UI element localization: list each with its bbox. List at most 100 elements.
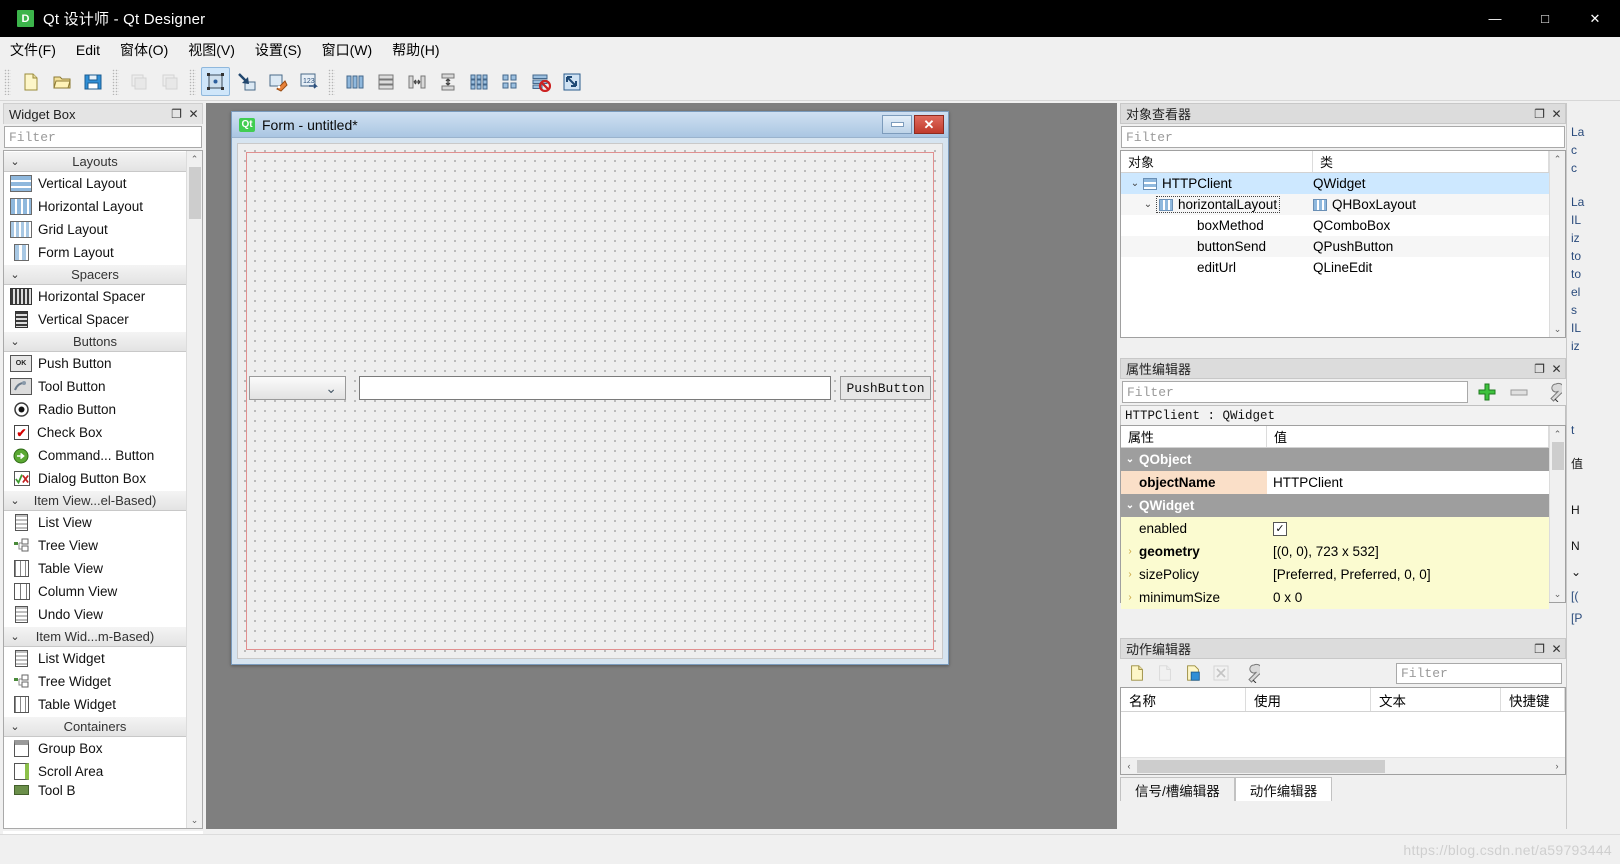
undo-button[interactable] <box>124 67 153 96</box>
table-row[interactable]: › geometry [(0, 0), 723 x 532] <box>1121 540 1549 563</box>
property-value[interactable]: HTTPClient <box>1273 475 1343 490</box>
edit-buddies-button[interactable] <box>263 67 292 96</box>
form-minimize-button[interactable] <box>882 115 912 134</box>
widget-item-table-view[interactable]: Table View <box>4 557 186 580</box>
widget-item-command-link-button[interactable]: Command... Button <box>4 444 186 467</box>
menu-window[interactable]: 窗口(W) <box>312 37 383 63</box>
menu-form[interactable]: 窗体(O) <box>110 37 178 63</box>
property-editor-filter-input[interactable]: Filter <box>1122 381 1468 403</box>
widget-item-vertical-layout[interactable]: Vertical Layout <box>4 172 186 195</box>
open-form-button[interactable] <box>47 67 76 96</box>
widget-item-check-box[interactable]: ✔ Check Box <box>4 421 186 444</box>
widget-item-tool-button[interactable]: Tool Button <box>4 375 186 398</box>
layout-form-button[interactable] <box>495 67 524 96</box>
action-editor-close-button[interactable]: ✕ <box>1548 640 1565 657</box>
table-row[interactable]: enabled ✓ <box>1121 517 1549 540</box>
widget-item-form-layout[interactable]: Form Layout <box>4 241 186 264</box>
tab-action-editor[interactable]: 动作编辑器 <box>1234 777 1333 801</box>
chevron-down-icon[interactable]: ⌄ <box>1121 454 1139 465</box>
widget-item-dialog-button-box[interactable]: Dialog Button Box <box>4 467 186 490</box>
configure-action-button[interactable] <box>1236 661 1262 685</box>
redo-button[interactable] <box>155 67 184 96</box>
enabled-checkbox[interactable]: ✓ <box>1273 521 1287 536</box>
scroll-up-icon[interactable]: ⌃ <box>1550 151 1566 167</box>
new-form-button[interactable] <box>16 67 45 96</box>
widget-item-horizontal-spacer[interactable]: Horizontal Spacer <box>4 285 186 308</box>
table-row[interactable]: ⌄ horizontalLayout QHBoxLayout <box>1121 194 1549 215</box>
column-header-property[interactable]: 属性 <box>1121 426 1267 447</box>
paste-action-button[interactable] <box>1180 661 1206 685</box>
scroll-right-icon[interactable]: › <box>1549 761 1565 771</box>
layout-splitter-vertical-button[interactable] <box>433 67 462 96</box>
window-minimize-button[interactable]: — <box>1470 0 1520 37</box>
scroll-up-icon[interactable]: ⌃ <box>1550 426 1566 442</box>
table-row[interactable]: boxMethod QComboBox <box>1121 215 1549 236</box>
property-editor-scrollbar[interactable]: ⌃ ⌄ <box>1549 426 1565 602</box>
table-row[interactable]: editUrl QLineEdit <box>1121 257 1549 278</box>
chevron-right-icon[interactable]: › <box>1121 592 1139 603</box>
scroll-left-icon[interactable]: ‹ <box>1121 761 1137 771</box>
form-canvas[interactable]: ⌄ PushButton <box>237 143 943 659</box>
widget-item-scroll-area[interactable]: Scroll Area <box>4 760 186 783</box>
column-header-value[interactable]: 值 <box>1267 426 1549 447</box>
column-header-class[interactable]: 类 <box>1313 151 1549 172</box>
edit-signals-slots-button[interactable] <box>232 67 261 96</box>
pushbutton-buttonSend[interactable]: PushButton <box>840 376 931 400</box>
menu-settings[interactable]: 设置(S) <box>245 37 312 63</box>
scrollbar-thumb[interactable] <box>1551 442 1564 470</box>
widget-category-item-widgets[interactable]: ⌄ Item Wid...m-Based) <box>4 626 186 647</box>
widget-item-undo-view[interactable]: Undo View <box>4 603 186 626</box>
scroll-up-icon[interactable]: ⌃ <box>187 151 203 167</box>
widget-box-float-button[interactable]: ❐ <box>168 106 185 123</box>
toolbar-grip[interactable] <box>4 68 11 95</box>
widget-item-vertical-spacer[interactable]: Vertical Spacer <box>4 308 186 331</box>
window-maximize-button[interactable]: □ <box>1520 0 1570 37</box>
property-value[interactable]: 0 x 0 <box>1273 590 1302 605</box>
widget-item-table-widget[interactable]: Table Widget <box>4 693 186 716</box>
toolbar-grip[interactable] <box>328 68 335 95</box>
menu-file[interactable]: 文件(F) <box>0 37 66 63</box>
widget-item-horizontal-layout[interactable]: Horizontal Layout <box>4 195 186 218</box>
widget-box-close-button[interactable]: ✕ <box>185 106 202 123</box>
layout-vertically-button[interactable] <box>371 67 400 96</box>
scroll-down-icon[interactable]: ⌄ <box>1550 321 1566 337</box>
toolbar-grip[interactable] <box>189 68 196 95</box>
object-inspector-scrollbar[interactable]: ⌃ ⌄ <box>1549 151 1565 337</box>
layout-grid-button[interactable] <box>464 67 493 96</box>
widget-item-tree-widget[interactable]: Tree Widget <box>4 670 186 693</box>
save-form-button[interactable] <box>78 67 107 96</box>
layout-horizontally-button[interactable] <box>340 67 369 96</box>
property-group-qwidget[interactable]: ⌄ QWidget <box>1121 494 1549 517</box>
menu-view[interactable]: 视图(V) <box>178 37 245 63</box>
toolbar-grip[interactable] <box>112 68 119 95</box>
scrollbar-thumb[interactable] <box>1137 759 1385 773</box>
object-inspector-filter-input[interactable]: Filter <box>1121 126 1565 148</box>
column-header-shortcut[interactable]: 快捷键 <box>1501 688 1565 711</box>
property-group-qobject[interactable]: ⌄ QObject <box>1121 448 1549 471</box>
column-header-object[interactable]: 对象 <box>1121 151 1313 172</box>
object-inspector-float-button[interactable]: ❐ <box>1531 105 1548 122</box>
chevron-down-icon[interactable]: ⌄ <box>1127 178 1143 189</box>
widget-item-tool-box[interactable]: Tool B <box>4 783 186 797</box>
widget-item-column-view[interactable]: Column View <box>4 580 186 603</box>
widget-category-layouts[interactable]: ⌄ Layouts <box>4 151 186 172</box>
widget-item-tree-view[interactable]: Tree View <box>4 534 186 557</box>
configure-property-button[interactable] <box>1538 380 1564 404</box>
mdi-workspace[interactable]: Qt Form - untitled* ✕ ⌄ PushButton <box>206 103 1117 829</box>
widget-category-item-views[interactable]: ⌄ Item View...el-Based) <box>4 490 186 511</box>
widget-category-buttons[interactable]: ⌄ Buttons <box>4 331 186 352</box>
form-close-button[interactable]: ✕ <box>914 115 944 134</box>
action-table-hscrollbar[interactable]: ‹ › <box>1121 757 1565 774</box>
widget-item-list-widget[interactable]: List Widget <box>4 647 186 670</box>
widget-box-scrollbar[interactable]: ⌃ ⌄ <box>186 151 202 828</box>
window-close-button[interactable]: ✕ <box>1570 0 1620 37</box>
combobox-boxMethod[interactable]: ⌄ <box>249 376 346 400</box>
menu-edit[interactable]: Edit <box>66 39 110 61</box>
scroll-down-icon[interactable]: ⌄ <box>1550 586 1566 602</box>
add-property-button[interactable] <box>1474 380 1500 404</box>
table-row[interactable]: ⌄ HTTPClient QWidget <box>1121 173 1549 194</box>
tab-signal-slot-editor[interactable]: 信号/槽编辑器 <box>1120 777 1235 801</box>
column-header-text[interactable]: 文本 <box>1371 688 1501 711</box>
form-titlebar[interactable]: Qt Form - untitled* ✕ <box>232 112 948 138</box>
object-inspector-close-button[interactable]: ✕ <box>1548 105 1565 122</box>
